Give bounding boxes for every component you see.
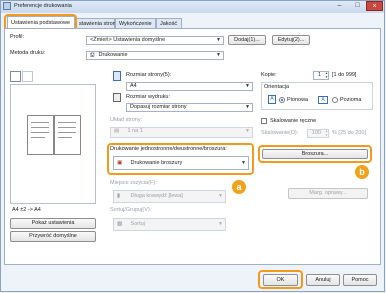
tab-page-setup[interactable]: stawienia strony — [75, 18, 118, 28]
chevron-down-icon: ▼ — [216, 52, 221, 58]
page-layout-icon: ▤ — [114, 128, 120, 134]
output-size-select[interactable]: Dopasuj rozmiar strony ▼ — [126, 103, 253, 112]
callout-b-badge: b — [355, 165, 369, 179]
ok-button-highlight — [258, 270, 303, 289]
binding-value: Długa krawędź [lewa] — [130, 193, 183, 199]
copies-value: 1 — [317, 72, 321, 78]
output-size-value: Dopasuj rozmiar strony — [130, 104, 187, 110]
preview-left-page — [27, 115, 54, 155]
page-layout-label: Układ strony: — [110, 117, 143, 123]
portrait-orientation-icon: A — [268, 95, 276, 104]
page-layout-select[interactable]: ▤ 1 na 1 ▼ — [110, 127, 253, 138]
window-title: Preferencje drukowania — [14, 3, 72, 9]
printer-output-icon — [113, 93, 121, 102]
scaling-range: % [25 do 200] — [332, 130, 366, 136]
copies-label: Kopie: — [261, 72, 277, 78]
chevron-down-icon: ▼ — [216, 37, 221, 43]
copies-spinner[interactable]: ▲ ▼ — [324, 71, 329, 80]
scaling-spinner[interactable]: ▲ ▼ — [324, 129, 329, 138]
chevron-down-icon: ▼ — [218, 221, 223, 227]
help-button[interactable]: Pomoc — [343, 274, 377, 286]
collate-value: Sortuj — [130, 221, 145, 227]
print-method-value: Drukowanie — [98, 52, 128, 58]
portrait-radio[interactable] — [279, 97, 285, 103]
page-layout-value: 1 na 1 — [127, 128, 143, 134]
booklet-button-highlight — [258, 145, 372, 163]
landscape-radio[interactable] — [332, 97, 338, 103]
landscape-label: Pozioma — [340, 97, 362, 103]
tab-finishing[interactable]: Wykończenie — [115, 18, 156, 28]
page-size-label: Rozmiar strony(5): — [126, 72, 172, 78]
settings-view-icon[interactable] — [22, 71, 33, 82]
chevron-down-icon: ▼ — [245, 128, 250, 134]
preview-right-page — [54, 115, 81, 155]
portrait-label: Pionowa — [287, 97, 309, 103]
printer-app-icon — [3, 2, 11, 10]
profile-value: <Zmień> Ustawienia domyślne — [90, 37, 166, 43]
copies-range: [1 do 999] — [332, 72, 357, 78]
add-profile-button[interactable]: Dodaj(1)... — [228, 35, 266, 45]
manual-scaling-label: Skalowanie ręczne — [270, 118, 317, 124]
maximize-button[interactable]: □ — [349, 1, 366, 11]
cancel-button[interactable]: Anuluj — [306, 274, 340, 286]
page-preview — [10, 84, 96, 204]
print-method-select[interactable]: ⎙ Drukowanie ▼ — [86, 51, 224, 60]
output-size-label: Rozmiar wydruku: — [126, 94, 171, 100]
manual-scaling-checkbox[interactable] — [261, 118, 267, 124]
profile-select[interactable]: <Zmień> Ustawienia domyślne ▼ — [86, 36, 224, 45]
binding-select[interactable]: ▮ Długa krawędź [lewa] ▼ — [113, 190, 226, 203]
preview-view-icon[interactable] — [10, 71, 21, 82]
close-button[interactable]: × — [366, 1, 383, 11]
chevron-down-icon: ▼ — [245, 83, 250, 89]
callout-a-badge: a — [232, 180, 246, 194]
collate-select[interactable]: ▩ Sortuj ▼ — [113, 218, 226, 231]
scaling-label: Skalowanie(D): — [261, 130, 299, 136]
chevron-down-icon: ▼ — [218, 193, 223, 199]
view-settings-button[interactable]: Pokaż ustawienia — [10, 218, 96, 229]
scaling-value: 100 — [311, 130, 321, 136]
orientation-label: Orientacja — [264, 84, 290, 90]
landscape-orientation-icon: A — [318, 96, 328, 104]
print-method-label: Metoda druku: — [10, 50, 46, 56]
page-size-icon — [113, 71, 121, 81]
chevron-down-icon: ▼ — [245, 104, 250, 110]
duplex-highlight — [107, 143, 254, 175]
collate-label: Sortuj/Grupuj(V): — [110, 207, 152, 213]
preview-caption: A4 ±2 -> A4 — [12, 207, 41, 213]
binding-label: Miejsce zszycia(F): — [110, 180, 157, 186]
collate-icon: ▩ — [117, 221, 123, 227]
page-size-value: A4 — [130, 83, 137, 89]
binding-margin-button[interactable]: Marg. oprawy... — [288, 188, 368, 199]
restore-defaults-button[interactable]: Przywróć domyślne — [10, 231, 96, 242]
printer-icon: ⎙ — [90, 52, 95, 58]
edit-profile-button[interactable]: Edytuj(2)... — [272, 35, 310, 45]
profile-label: Profil: — [10, 34, 25, 40]
minimize-button[interactable]: – — [331, 1, 348, 11]
binding-icon: ▮ — [117, 193, 121, 199]
page-size-select[interactable]: A4 ▼ — [126, 82, 253, 91]
tab-quality[interactable]: Jakość — [156, 18, 182, 28]
